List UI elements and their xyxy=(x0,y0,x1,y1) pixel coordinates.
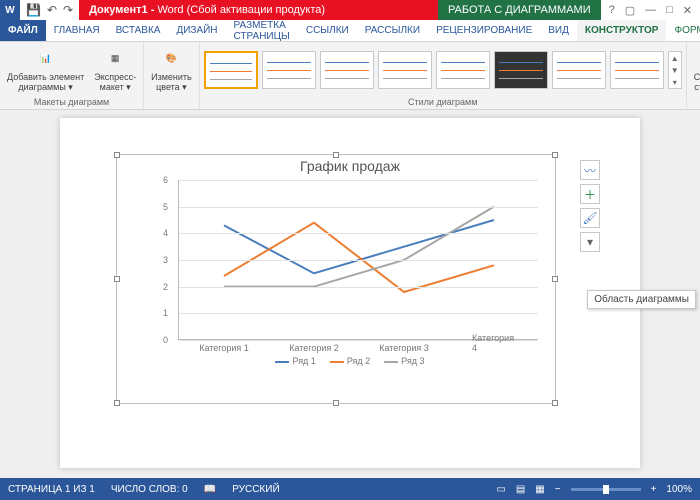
chart-style-thumb[interactable] xyxy=(494,51,548,89)
tooltip-chart-area: Область диаграммы xyxy=(587,290,696,309)
change-colors-button[interactable]: 🎨 Изменить цвета ▾ xyxy=(148,45,195,95)
y-tick: 3 xyxy=(163,255,168,265)
y-tick: 5 xyxy=(163,202,168,212)
chart-style-thumb[interactable] xyxy=(610,51,664,89)
group-label-layouts: Макеты диаграмм xyxy=(4,96,139,107)
x-tick: Категория 4 xyxy=(472,333,516,353)
x-tick: Категория 2 xyxy=(289,343,339,353)
chart-filter-funnel-button[interactable]: ▾ xyxy=(580,232,600,252)
chart-filters-button[interactable]: 🖌 xyxy=(580,208,600,228)
palette-icon: 🎨 xyxy=(159,47,183,71)
y-tick: 6 xyxy=(163,175,168,185)
quick-layout-button[interactable]: ▦ Экспресс- макет ▾ xyxy=(91,45,139,95)
legend-item[interactable]: Ряд 1 xyxy=(275,356,315,366)
tab-insert[interactable]: ВСТАВКА xyxy=(108,20,169,41)
zoom-in-icon[interactable]: + xyxy=(651,484,657,495)
chart-title[interactable]: График продаж xyxy=(150,158,550,174)
view-web-icon[interactable]: ▦ xyxy=(535,484,544,495)
save-icon[interactable]: 💾 xyxy=(26,3,41,17)
chart-styles-button[interactable]: ＋ xyxy=(580,184,600,204)
title-warning: Документ1 - Word (Сбой активации продукт… xyxy=(79,0,335,20)
maximize-icon[interactable]: □ xyxy=(666,4,673,16)
zoom-out-icon[interactable]: − xyxy=(555,484,561,495)
chart-legend[interactable]: Ряд 1 Ряд 2 Ряд 3 xyxy=(150,356,550,366)
group-data: ⇄ Строка столбе xyxy=(687,42,700,109)
series-line[interactable] xyxy=(224,220,494,273)
chart-plot-area[interactable]: 0123456Категория 1Категория 2Категория 3… xyxy=(178,180,538,340)
chart-elements-button[interactable]: 〰 xyxy=(580,160,600,180)
status-word-count[interactable]: ЧИСЛО СЛОВ: 0 xyxy=(111,484,188,495)
tab-chart-design[interactable]: КОНСТРУКТОР xyxy=(577,20,667,41)
app-name: Word xyxy=(157,4,183,16)
add-chart-element-button[interactable]: 📊 Добавить элемент диаграммы ▾ xyxy=(4,45,87,95)
status-language[interactable]: РУССКИЙ xyxy=(232,484,279,495)
group-chart-layouts: 📊 Добавить элемент диаграммы ▾ ▦ Экспрес… xyxy=(0,42,144,109)
chart-style-thumb[interactable] xyxy=(204,51,258,89)
tab-design[interactable]: ДИЗАЙН xyxy=(168,20,225,41)
activation-warning: (Сбой активации продукта) xyxy=(187,4,325,16)
doc-name: Документ1 - xyxy=(89,4,154,16)
word-app-icon: W xyxy=(0,0,20,20)
switch-row-col-icon: ⇄ xyxy=(697,47,700,71)
legend-item[interactable]: Ряд 3 xyxy=(384,356,424,366)
tab-mailings[interactable]: РАССЫЛКИ xyxy=(357,20,428,41)
contextual-tab-title: РАБОТА С ДИАГРАММАМИ xyxy=(438,0,601,20)
chart-style-thumb[interactable] xyxy=(320,51,374,89)
redo-icon[interactable]: ↷ xyxy=(63,3,73,17)
chart-style-thumb[interactable] xyxy=(378,51,432,89)
chart-style-thumb[interactable] xyxy=(436,51,490,89)
add-element-icon: 📊 xyxy=(34,47,58,71)
status-page[interactable]: СТРАНИЦА 1 ИЗ 1 xyxy=(8,484,95,495)
zoom-level[interactable]: 100% xyxy=(666,484,692,495)
title-spacer xyxy=(335,0,438,20)
view-read-icon[interactable]: ▭ xyxy=(496,484,505,495)
chart-side-buttons: 〰 ＋ 🖌 ▾ xyxy=(580,160,600,252)
quick-access-toolbar: 💾 ↶ ↷ xyxy=(20,3,79,17)
y-tick: 2 xyxy=(163,282,168,292)
chart-style-thumb[interactable] xyxy=(552,51,606,89)
document-page[interactable]: График продаж 0123456Категория 1Категори… xyxy=(60,118,640,468)
tab-review[interactable]: РЕЦЕНЗИРОВАНИЕ xyxy=(428,20,540,41)
ribbon: 📊 Добавить элемент диаграммы ▾ ▦ Экспрес… xyxy=(0,42,700,110)
undo-icon[interactable]: ↶ xyxy=(47,3,57,17)
window-controls: ? ▢ — □ ✕ xyxy=(601,4,700,17)
close-icon[interactable]: ✕ xyxy=(683,4,692,17)
y-tick: 0 xyxy=(163,335,168,345)
tab-references[interactable]: ССЫЛКИ xyxy=(298,20,357,41)
x-tick: Категория 1 xyxy=(199,343,249,353)
statusbar: СТРАНИЦА 1 ИЗ 1 ЧИСЛО СЛОВ: 0 📖 РУССКИЙ … xyxy=(0,478,700,500)
group-chart-styles: ▲▼▾ Стили диаграмм xyxy=(200,42,687,109)
switch-row-column-button[interactable]: ⇄ Строка столбе xyxy=(691,45,700,95)
tab-file[interactable]: ФАЙЛ xyxy=(0,20,46,41)
status-proofing-icon[interactable]: 📖 xyxy=(204,484,216,495)
zoom-slider[interactable] xyxy=(571,488,641,491)
x-tick: Категория 3 xyxy=(379,343,429,353)
group-label-styles: Стили диаграмм xyxy=(204,96,682,107)
style-gallery-more[interactable]: ▲▼▾ xyxy=(668,51,682,89)
tab-page-layout[interactable]: РАЗМЕТКА СТРАНИЦЫ xyxy=(226,20,298,41)
help-icon[interactable]: ? xyxy=(609,4,615,16)
minimize-icon[interactable]: — xyxy=(645,4,656,16)
chart-style-gallery: ▲▼▾ xyxy=(204,44,682,96)
tab-home[interactable]: ГЛАВНАЯ xyxy=(46,20,108,41)
tab-view[interactable]: ВИД xyxy=(540,20,577,41)
quick-layout-icon: ▦ xyxy=(103,47,127,71)
y-tick: 1 xyxy=(163,308,168,318)
workspace: График продаж 0123456Категория 1Категори… xyxy=(0,110,700,478)
legend-item[interactable]: Ряд 2 xyxy=(330,356,370,366)
group-change-colors: 🎨 Изменить цвета ▾ xyxy=(144,42,200,109)
view-print-icon[interactable]: ▤ xyxy=(516,484,525,495)
tab-chart-format[interactable]: ФОРМАТ xyxy=(666,20,700,41)
y-tick: 4 xyxy=(163,228,168,238)
chart-object[interactable]: График продаж 0123456Категория 1Категори… xyxy=(150,158,550,388)
ribbon-tabs: ФАЙЛ ГЛАВНАЯ ВСТАВКА ДИЗАЙН РАЗМЕТКА СТР… xyxy=(0,20,700,42)
ribbon-options-icon[interactable]: ▢ xyxy=(625,4,635,17)
titlebar: W 💾 ↶ ↷ Документ1 - Word (Сбой активации… xyxy=(0,0,700,20)
chart-style-thumb[interactable] xyxy=(262,51,316,89)
